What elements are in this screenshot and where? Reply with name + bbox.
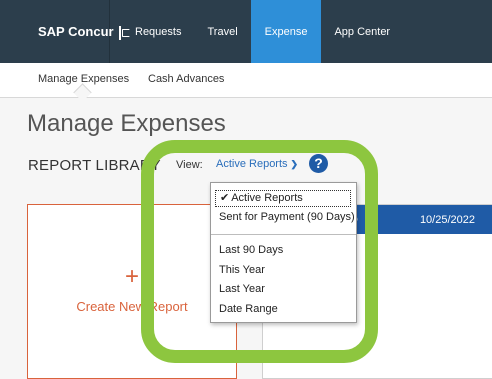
view-dropdown-menu: ✔ Active Reports Sent for Payment (90 Day… — [210, 182, 357, 323]
dropdown-option-last-year[interactable]: Last Year — [219, 283, 265, 295]
report-date: 10/25/2022 — [419, 214, 475, 226]
help-circle-icon[interactable]: ? — [309, 154, 328, 173]
create-new-report-tile[interactable]: + Create New Report — [27, 204, 237, 379]
nav-travel[interactable]: Travel — [194, 0, 250, 63]
checkmark-icon: ✔ — [220, 192, 230, 204]
dropdown-option-date-range[interactable]: Date Range — [219, 303, 278, 315]
plus-icon: + — [124, 263, 139, 290]
concur-c-icon — [118, 25, 130, 40]
subnav-manage-expenses[interactable]: Manage Expenses — [38, 73, 129, 85]
chevron-down-icon: ❯ — [290, 159, 299, 169]
view-select[interactable]: Active Reports ❯ — [216, 158, 298, 170]
top-nav-bar: SAP Concur Requests Travel Expense App C… — [0, 0, 492, 63]
dropdown-option-label: Active Reports — [231, 192, 303, 204]
dropdown-option-active-reports[interactable]: ✔ Active Reports — [215, 190, 351, 207]
nav-expense[interactable]: Expense — [250, 0, 322, 63]
nav-app-center[interactable]: App Center — [321, 0, 403, 63]
dropdown-option-sent-for-payment[interactable]: Sent for Payment (90 Days) — [219, 211, 355, 223]
dropdown-option-last-90-days[interactable]: Last 90 Days — [219, 244, 283, 256]
view-label: View: — [176, 159, 203, 171]
brand-name: SAP Concur — [38, 24, 114, 39]
dropdown-divider — [211, 234, 356, 235]
nav-requests[interactable]: Requests — [122, 0, 194, 63]
view-select-value: Active Reports — [216, 158, 288, 170]
create-new-report-label: Create New Report — [76, 299, 188, 314]
brand-logo[interactable]: SAP Concur — [0, 0, 130, 63]
subnav-cash-advances[interactable]: Cash Advances — [148, 73, 224, 85]
dropdown-option-this-year[interactable]: This Year — [219, 264, 265, 276]
report-library-heading: REPORT LIBRARY — [28, 157, 161, 174]
page-title: Manage Expenses — [27, 110, 226, 137]
